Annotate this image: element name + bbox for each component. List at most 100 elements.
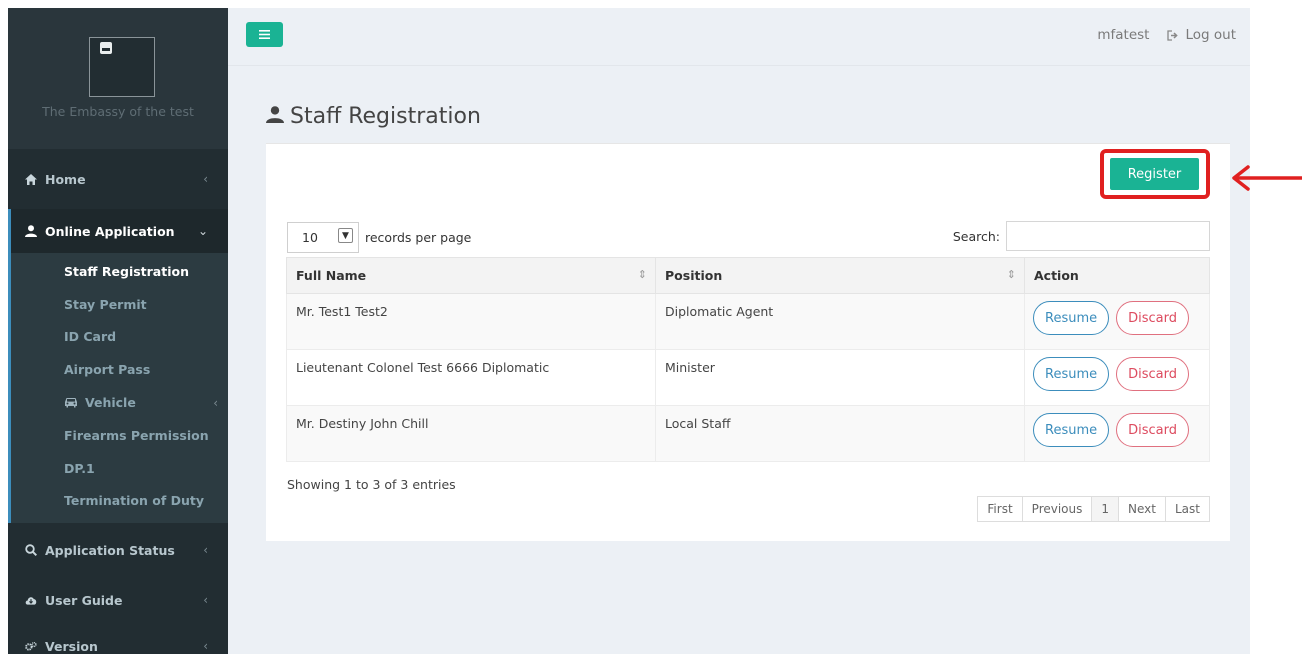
- username[interactable]: mfatest: [1097, 27, 1149, 43]
- table-row: Mr. Test1 Test2 Diplomatic Agent Resume …: [286, 293, 1210, 350]
- user-icon: [266, 104, 284, 129]
- pagination-last[interactable]: Last: [1165, 496, 1210, 522]
- search-icon: [25, 544, 37, 557]
- annotation-arrow-icon: [1232, 165, 1302, 191]
- staff-registration-box: Register 10 ▼ records per page Search: F…: [266, 143, 1230, 541]
- home-icon: [25, 173, 37, 185]
- submenu-item-label: Staff Registration: [64, 263, 189, 279]
- cell-full-name: Lieutenant Colonel Test 6666 Diplomatic: [286, 349, 656, 406]
- submenu-item-stay-permit[interactable]: Stay Permit: [11, 288, 228, 321]
- logo-image-icon: [100, 42, 112, 54]
- submenu-item-label: Stay Permit: [64, 296, 147, 312]
- online-application-submenu: Staff Registration Stay Permit ID Card A…: [8, 253, 228, 524]
- table-row: Lieutenant Colonel Test 6666 Diplomatic …: [286, 349, 1210, 406]
- chevron-left-icon: ‹: [213, 395, 218, 410]
- logout-link[interactable]: Log out: [1167, 27, 1236, 43]
- cell-full-name: Mr. Destiny John Chill: [286, 405, 656, 462]
- column-header-label: Action: [1034, 268, 1079, 283]
- column-header-full-name[interactable]: Full Name ⇕: [286, 257, 656, 294]
- submenu-item-label: DP.1: [64, 460, 95, 476]
- user-area: mfatest Log out: [1097, 27, 1236, 43]
- submenu-item-label: Airport Pass: [64, 362, 151, 378]
- pagination-previous[interactable]: Previous: [1021, 496, 1093, 522]
- gears-icon: [25, 641, 37, 652]
- user-icon: [25, 225, 37, 237]
- chevron-down-icon: ⌄: [197, 224, 208, 238]
- submenu-item-airport-pass[interactable]: Airport Pass: [11, 353, 228, 386]
- sidebar-item-label: Online Application: [45, 223, 175, 239]
- column-header-position[interactable]: Position ⇕: [655, 257, 1025, 294]
- cell-actions: Resume Discard: [1024, 349, 1210, 406]
- submenu-item-dp1[interactable]: DP.1: [11, 452, 228, 485]
- sidebar-item-label: Application Status: [45, 542, 175, 558]
- sidebar-item-home[interactable]: Home ‹: [8, 149, 228, 209]
- sort-icon: ⇕: [1006, 268, 1016, 281]
- cell-position: Local Staff: [655, 405, 1025, 462]
- discard-button[interactable]: Discard: [1116, 357, 1189, 391]
- sidebar-item-label: Home: [45, 171, 86, 187]
- submenu-item-label: ID Card: [64, 329, 117, 345]
- submenu-item-vehicle[interactable]: Vehicle ‹: [11, 386, 228, 419]
- sidebar-item-version[interactable]: Version ‹: [8, 623, 228, 654]
- table-row: Mr. Destiny John Chill Local Staff Resum…: [286, 405, 1210, 462]
- top-navbar: mfatest Log out: [228, 8, 1250, 66]
- register-button[interactable]: Register: [1110, 158, 1199, 190]
- chevron-left-icon: ‹: [203, 543, 208, 558]
- sidebar: The Embassy of the test Home ‹ Online Ap…: [8, 8, 228, 654]
- logout-label: Log out: [1185, 27, 1236, 43]
- staff-table: Full Name ⇕ Position ⇕ Action Mr. Test1 Te…: [286, 257, 1210, 462]
- column-header-action: Action: [1024, 257, 1210, 294]
- cell-actions: Resume Discard: [1024, 293, 1210, 350]
- chevron-left-icon: ‹: [203, 593, 208, 608]
- submenu-item-firearms-permission[interactable]: Firearms Permission: [11, 419, 228, 452]
- cell-actions: Resume Discard: [1024, 405, 1210, 462]
- sidebar-item-label: Version: [45, 638, 98, 654]
- pagination-first[interactable]: First: [977, 496, 1023, 522]
- sidebar-item-user-guide[interactable]: User Guide ‹: [8, 577, 228, 623]
- submenu-item-label: Vehicle: [85, 395, 136, 411]
- sidebar-item-application-status[interactable]: Application Status ‹: [8, 523, 228, 577]
- submenu-item-termination-of-duty[interactable]: Termination of Duty: [11, 485, 228, 518]
- discard-button[interactable]: Discard: [1116, 301, 1189, 335]
- submenu-item-label: Termination of Duty: [64, 493, 205, 509]
- sign-out-icon: [1167, 29, 1179, 41]
- car-icon: [64, 397, 78, 408]
- submenu-item-staff-registration[interactable]: Staff Registration: [11, 255, 228, 288]
- chevron-left-icon: ‹: [203, 639, 208, 654]
- resume-button[interactable]: Resume: [1033, 301, 1110, 335]
- resume-button[interactable]: Resume: [1033, 357, 1110, 391]
- pagination-page-1[interactable]: 1: [1091, 496, 1120, 522]
- main-content: mfatest Log out Staff Registration Regis…: [228, 8, 1250, 654]
- page-title-text: Staff Registration: [290, 104, 481, 129]
- sidebar-toggle-button[interactable]: [246, 22, 283, 47]
- cell-position: Minister: [655, 349, 1025, 406]
- discard-button[interactable]: Discard: [1116, 413, 1189, 447]
- embassy-logo: [89, 37, 155, 97]
- pagination-next[interactable]: Next: [1118, 496, 1166, 522]
- cell-full-name: Mr. Test1 Test2: [286, 293, 656, 350]
- cloud-download-icon: [25, 595, 37, 605]
- page-length-select[interactable]: 10 ▼: [287, 222, 359, 253]
- table-info: Showing 1 to 3 of 3 entries: [287, 477, 456, 492]
- pagination: First Previous 1 Next Last: [977, 496, 1210, 522]
- search-input[interactable]: [1006, 221, 1210, 251]
- chevron-down-icon: ▼: [338, 228, 353, 243]
- sidebar-item-label: User Guide: [45, 592, 123, 608]
- search-label: Search:: [952, 228, 1000, 244]
- page-title: Staff Registration: [266, 104, 481, 129]
- sidebar-nav: Home ‹ Online Application ⌄ Staff Regist…: [8, 149, 228, 654]
- sidebar-item-online-application[interactable]: Online Application ⌄: [8, 209, 228, 253]
- hamburger-icon: [259, 30, 270, 39]
- chevron-left-icon: ‹: [203, 172, 208, 186]
- sort-icon: ⇕: [637, 268, 647, 281]
- page-length-value: 10: [302, 230, 318, 245]
- brand-area: The Embassy of the test: [8, 8, 228, 149]
- column-header-label: Position: [665, 268, 723, 283]
- submenu-item-id-card[interactable]: ID Card: [11, 321, 228, 354]
- submenu-item-label: Firearms Permission: [64, 427, 209, 443]
- table-search: Search:: [953, 221, 1210, 251]
- resume-button[interactable]: Resume: [1033, 413, 1110, 447]
- cell-position: Diplomatic Agent: [655, 293, 1025, 350]
- records-per-page-label: records per page: [365, 230, 472, 245]
- brand-name: The Embassy of the test: [42, 104, 194, 119]
